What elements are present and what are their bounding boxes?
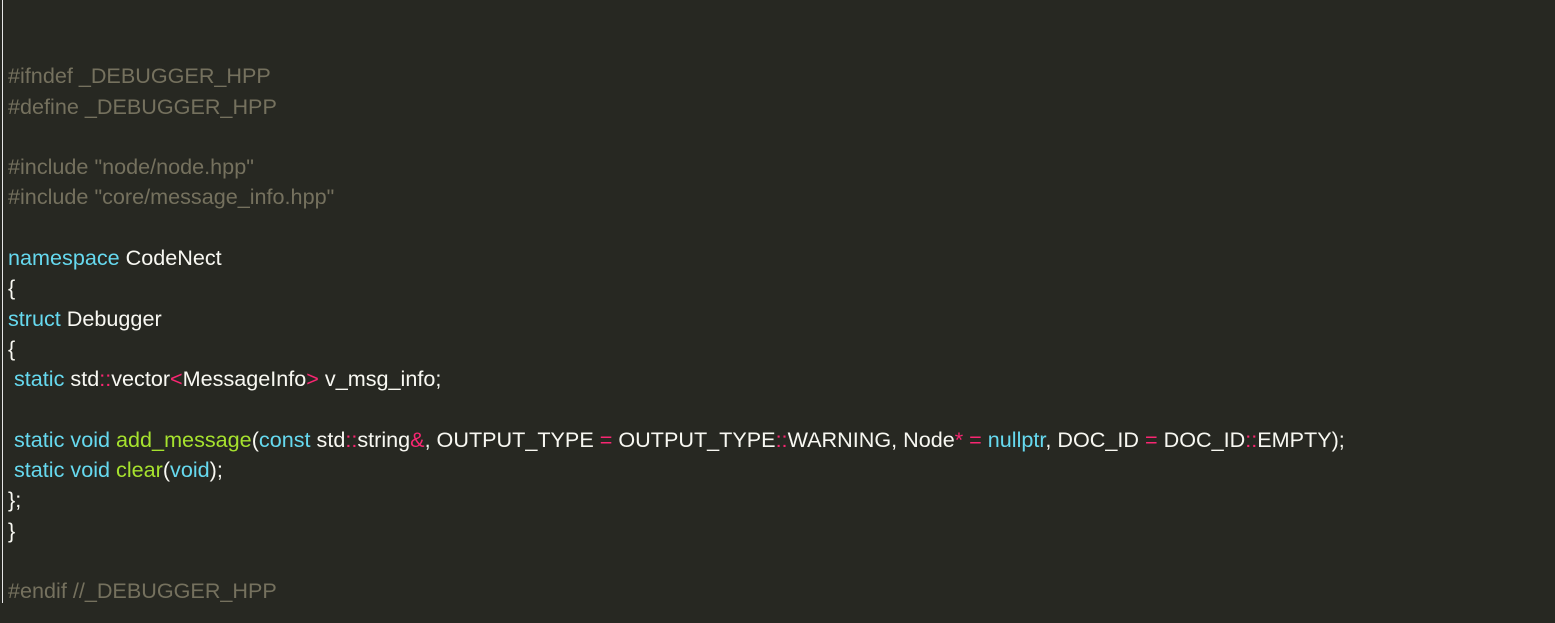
code-token-keyword: static [14, 457, 65, 483]
code-token-plain: EMPTY); [1257, 426, 1345, 452]
code-token-plain: std [64, 366, 100, 392]
code-token-comment: #include "core/message_info.hpp" [8, 184, 335, 210]
code-token-keyword: static [14, 366, 65, 392]
code-token-keyword: struct [8, 305, 61, 331]
code-token-plain: } [8, 517, 16, 543]
code-token-comment: #define _DEBUGGER_HPP [8, 93, 277, 119]
code-line: struct Debugger [8, 304, 1345, 334]
code-token-op: > [306, 366, 319, 392]
text-caret [2, 0, 3, 603]
code-token-comment: #include "node/node.hpp" [8, 154, 254, 180]
code-token-op: = [599, 426, 613, 452]
code-token-keyword: void [170, 457, 210, 483]
code-token-op: :: [99, 366, 112, 392]
code-token-keyword: void [70, 457, 111, 483]
code-line: { [8, 334, 1345, 364]
code-line: #define _DEBUGGER_HPP [8, 92, 1345, 122]
code-token-plain: vector [111, 366, 171, 392]
code-line: } [8, 516, 1345, 546]
code-token-op: :: [345, 426, 358, 452]
code-token-plain: OUTPUT_TYPE [612, 426, 776, 452]
code-token-comment: #endif //_DEBUGGER_HPP [8, 578, 277, 604]
code-editor[interactable]: #ifndef _DEBUGGER_HPP #define _DEBUGGER_H… [0, 0, 1555, 623]
code-token-op: :: [775, 426, 788, 452]
code-line: namespace CodeNect [8, 243, 1345, 273]
code-token-op: = [969, 426, 982, 452]
code-line: static void add_message(const std::strin… [8, 425, 1345, 455]
code-token-plain: ( [251, 426, 259, 452]
code-line: static void clear(void); [8, 455, 1345, 485]
code-token-keyword: void [70, 426, 111, 452]
code-token-plain: Debugger [60, 305, 162, 331]
code-line: #endif //_DEBUGGER_HPP [8, 576, 1345, 606]
code-token-plain: , OUTPUT_TYPE [424, 426, 600, 452]
code-token-plain: CodeNect [119, 245, 222, 271]
code-area[interactable]: #ifndef _DEBUGGER_HPP #define _DEBUGGER_H… [8, 31, 1345, 607]
code-token-plain: DOC_ID [1157, 426, 1246, 452]
code-token-plain: , DOC_ID [1045, 426, 1145, 452]
code-token-plain: ); [209, 457, 223, 483]
code-token-keyword: static [14, 426, 65, 452]
code-token-keyword: const [258, 426, 311, 452]
code-line: }; [8, 485, 1345, 515]
code-token-plain: std [310, 426, 346, 452]
code-token-func: clear [116, 457, 163, 483]
code-token-plain: WARNING, Node [787, 426, 955, 452]
code-token-plain: { [8, 275, 16, 301]
code-token-plain: }; [8, 487, 22, 513]
code-line: { [8, 273, 1345, 303]
code-token-op: & [410, 426, 425, 452]
code-token-plain: v_msg_info; [318, 366, 442, 392]
code-token-plain: ( [162, 457, 171, 483]
code-token-plain: { [8, 335, 16, 361]
code-line: static std::vector<MessageInfo> v_msg_in… [8, 364, 1345, 394]
code-token-keyword: nullptr [987, 426, 1046, 452]
code-line: #ifndef _DEBUGGER_HPP [8, 61, 1345, 91]
code-line: #include "core/message_info.hpp" [8, 182, 1345, 212]
code-token-comment: #ifndef _DEBUGGER_HPP [8, 63, 271, 89]
code-token-func: add_message [116, 426, 252, 452]
code-token-plain: string [357, 426, 411, 452]
code-token-op: * [954, 426, 964, 452]
code-token-plain: MessageInfo [182, 366, 307, 392]
code-token-op: < [170, 366, 183, 392]
code-line: #include "node/node.hpp" [8, 152, 1345, 182]
code-token-op: :: [1245, 426, 1258, 452]
code-token-keyword: namespace [8, 245, 120, 271]
code-token-op: = [1145, 426, 1158, 452]
